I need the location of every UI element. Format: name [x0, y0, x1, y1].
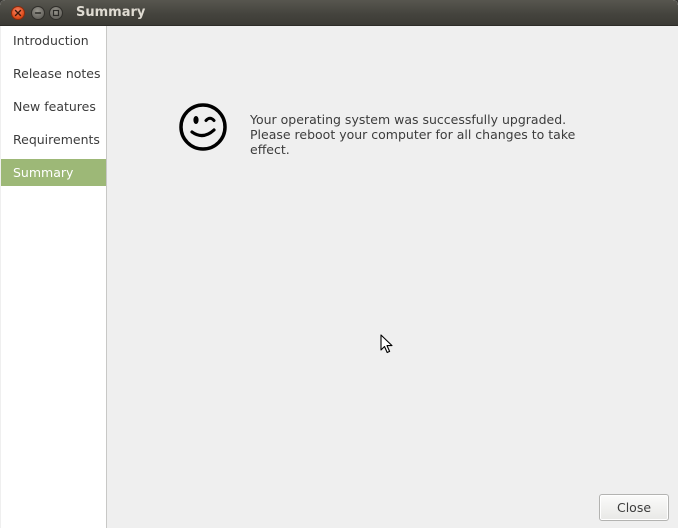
close-button[interactable]: Close	[599, 494, 669, 521]
sidebar-item-requirements[interactable]: Requirements	[1, 126, 106, 153]
sidebar-item-release-notes[interactable]: Release notes	[1, 60, 106, 87]
title-bar[interactable]: Summary	[0, 0, 678, 26]
minimize-icon	[34, 12, 42, 14]
smiley-wink-icon	[179, 103, 227, 151]
window-maximize-button[interactable]	[49, 6, 63, 20]
window-minimize-button[interactable]	[31, 6, 45, 20]
window-title: Summary	[76, 5, 146, 20]
close-icon	[14, 9, 22, 17]
maximize-icon	[52, 9, 60, 17]
main-content: Your operating system was successfully u…	[107, 26, 678, 528]
upgrade-message: Your operating system was successfully u…	[250, 112, 576, 157]
sidebar-item-summary[interactable]: Summary	[1, 159, 106, 186]
window-close-button[interactable]	[11, 6, 25, 20]
mouse-pointer-icon	[380, 334, 393, 354]
sidebar-item-new-features[interactable]: New features	[1, 93, 106, 120]
sidebar-nav: Introduction Release notes New features …	[1, 26, 107, 528]
upgrade-summary-window: Summary Introduction Release notes New f…	[0, 0, 678, 528]
sidebar-item-introduction[interactable]: Introduction	[1, 27, 106, 54]
